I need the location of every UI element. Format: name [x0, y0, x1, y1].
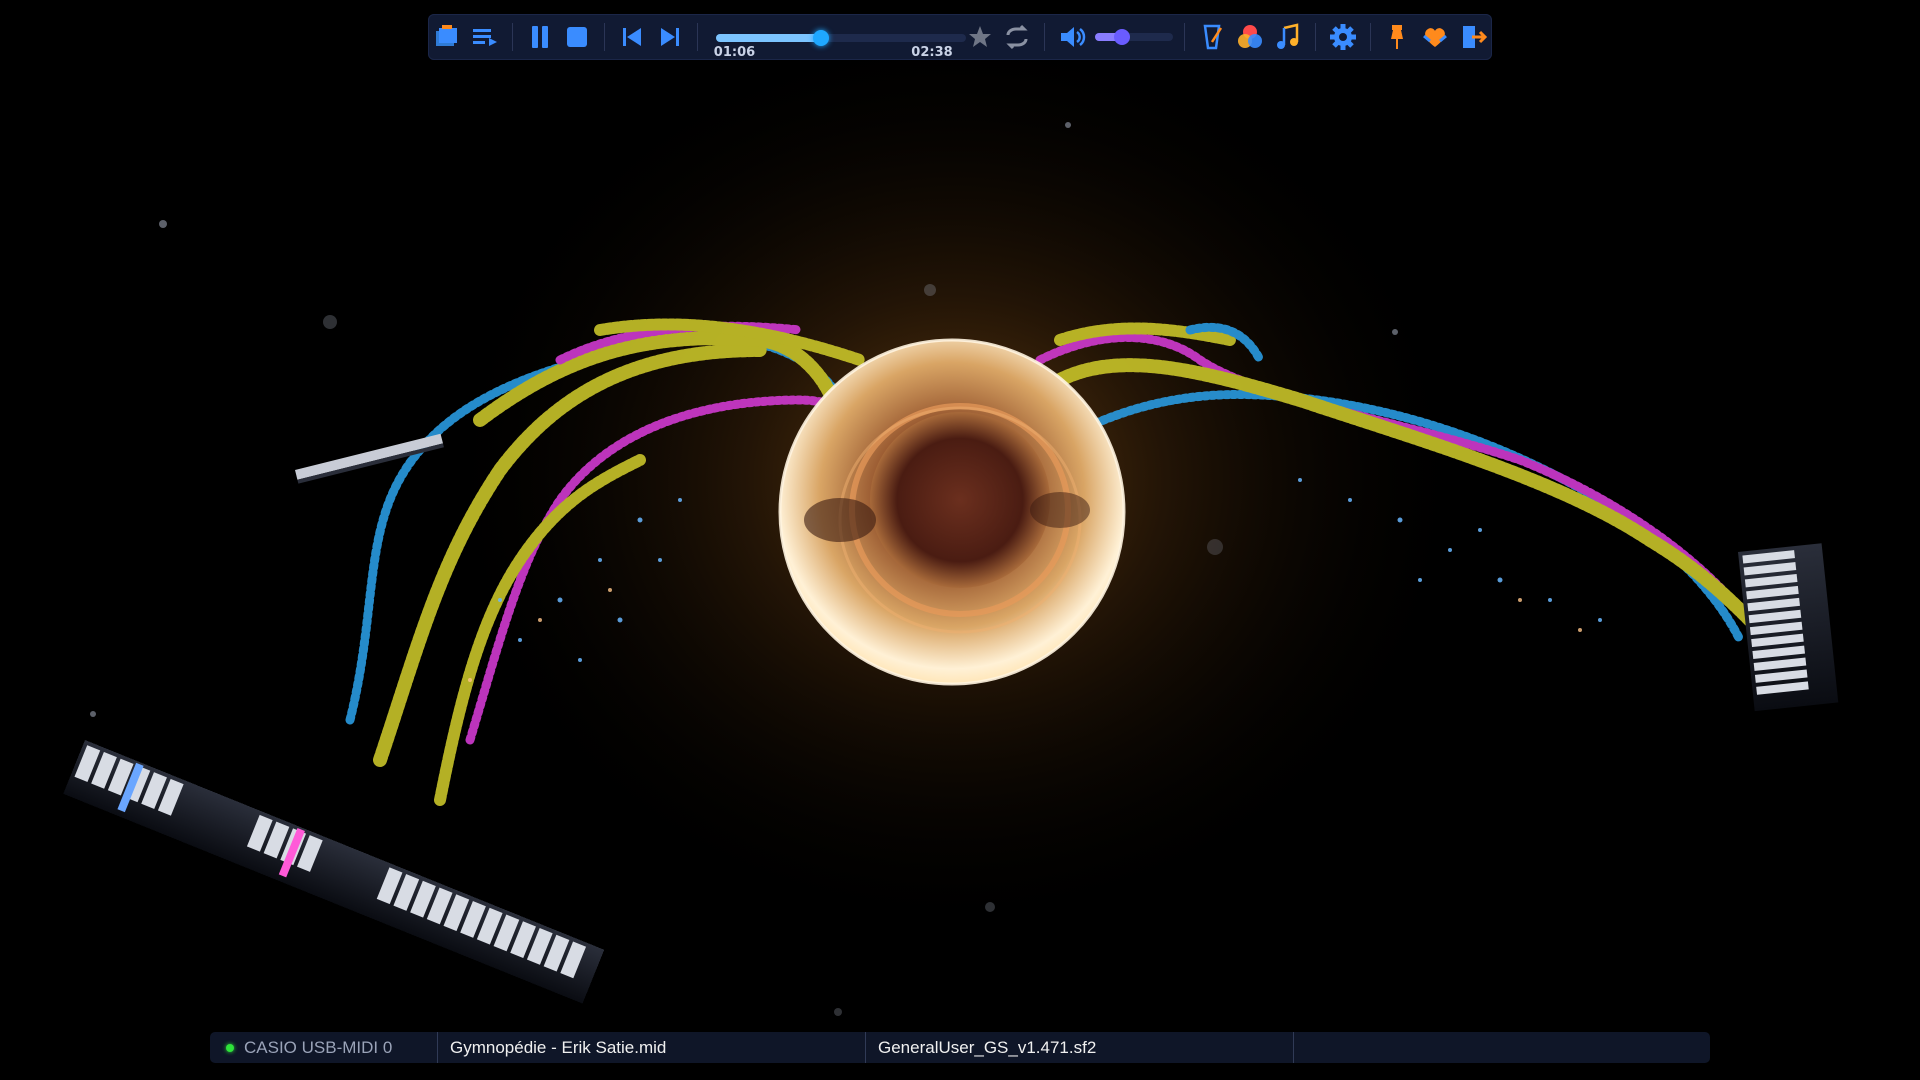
midi-file-label: Gymnopédie - Erik Satie.mid — [450, 1037, 667, 1057]
repeat-button[interactable] — [1001, 19, 1035, 55]
pause-button[interactable] — [523, 19, 557, 55]
current-time: 01:06 — [713, 45, 756, 60]
settings-button[interactable] — [1326, 19, 1360, 55]
seek-track[interactable] — [715, 30, 966, 46]
open-files-button[interactable] — [430, 19, 464, 55]
player-toolbar: 01:06 02:38 — [428, 14, 1492, 60]
device-status-indicator — [226, 1043, 234, 1052]
toolbar-separator — [696, 23, 698, 51]
stop-icon — [567, 27, 588, 47]
volume-track[interactable] — [1095, 29, 1174, 45]
midi-device-label: CASIO USB-MIDI 0 — [244, 1037, 393, 1057]
support-button[interactable] — [1418, 19, 1452, 55]
playlist-button[interactable] — [468, 19, 502, 55]
toolbar-separator — [604, 23, 606, 51]
toolbar-separator — [511, 23, 513, 51]
favorite-star-icon — [968, 26, 991, 47]
volume-thumb[interactable] — [1114, 29, 1131, 45]
exit-button[interactable] — [1456, 19, 1490, 55]
piano-keyboard-right — [1738, 543, 1839, 712]
seek-thumb[interactable] — [812, 30, 829, 46]
pause-icon — [531, 26, 548, 48]
exit-icon — [1463, 26, 1488, 48]
support-heart-icon — [1423, 28, 1448, 47]
instruments-button[interactable] — [1271, 19, 1305, 55]
toolbar-separator — [1184, 23, 1186, 51]
soundfont-segment[interactable]: GeneralUser_GS_v1.471.sf2 — [866, 1032, 1294, 1063]
volume-slider[interactable] — [1095, 17, 1174, 57]
previous-track-icon — [623, 28, 642, 46]
total-time: 02:38 — [911, 45, 953, 60]
next-track-icon — [660, 28, 679, 46]
status-empty-segment — [1294, 1032, 1710, 1063]
open-files-icon — [435, 25, 457, 46]
seek-slider[interactable]: 01:06 02:38 — [713, 17, 966, 60]
midi-file-segment[interactable]: Gymnopédie - Erik Satie.mid — [438, 1032, 866, 1063]
visualization-scene — [63, 20, 1839, 1016]
seek-fill — [715, 34, 821, 42]
status-bar: CASIO USB-MIDI 0 Gymnopédie - Erik Satie… — [210, 1032, 1710, 1063]
repeat-icon — [1006, 24, 1029, 50]
tempo-button[interactable] — [1195, 19, 1229, 55]
pin-icon — [1391, 25, 1404, 49]
volume-speaker-icon — [1061, 27, 1086, 47]
color-palette-icon — [1238, 25, 1263, 48]
piano-keyboard-back — [295, 433, 444, 484]
mute-button[interactable] — [1055, 19, 1089, 55]
pin-button[interactable] — [1381, 19, 1415, 55]
soundfont-label: GeneralUser_GS_v1.471.sf2 — [878, 1037, 1097, 1057]
settings-gear-icon — [1329, 24, 1356, 50]
playlist-icon — [472, 29, 497, 46]
toolbar-separator — [1369, 23, 1371, 51]
next-track-button[interactable] — [653, 19, 687, 55]
music-note-icon — [1276, 23, 1299, 49]
center-orb — [778, 338, 1126, 686]
stop-button[interactable] — [560, 19, 594, 55]
previous-track-button[interactable] — [615, 19, 649, 55]
piano-keyboard-left — [63, 740, 605, 1004]
favorite-button[interactable] — [963, 19, 997, 55]
colors-button[interactable] — [1233, 19, 1267, 55]
tempo-metronome-icon — [1203, 24, 1223, 50]
toolbar-separator — [1044, 23, 1046, 51]
toolbar-separator — [1314, 23, 1316, 51]
midi-device-segment[interactable]: CASIO USB-MIDI 0 — [210, 1032, 438, 1063]
